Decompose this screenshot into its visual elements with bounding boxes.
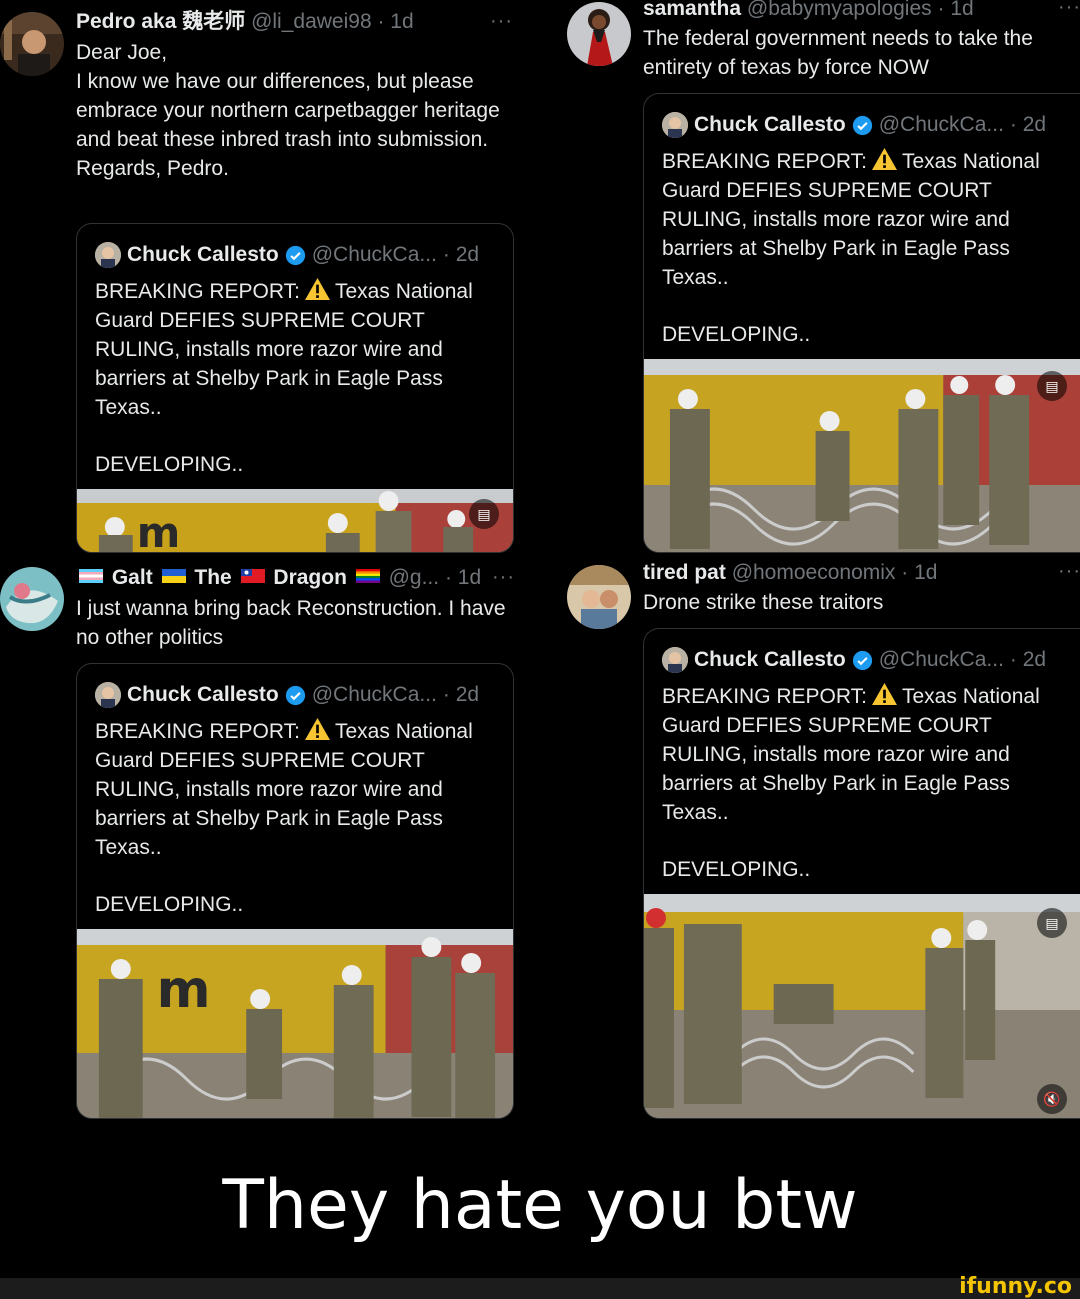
- timestamp[interactable]: · 1d: [445, 566, 481, 589]
- quoted-handle: @ChuckCa...: [311, 243, 437, 266]
- warning-icon: [305, 717, 330, 741]
- quoted-text: BREAKING REPORT: Texas National Guard DEF…: [95, 717, 495, 919]
- more-options-icon[interactable]: ···: [1058, 560, 1080, 583]
- warning-icon: [872, 682, 897, 706]
- quoted-text: BREAKING REPORT: Texas National Guard DEF…: [662, 147, 1062, 349]
- tweet-galt[interactable]: Galt The Dragon @g... · 1d ··· I just wa…: [0, 555, 540, 1120]
- taiwan-flag-icon: [240, 569, 265, 583]
- display-name-part-1[interactable]: Galt: [112, 566, 153, 589]
- verified-badge-icon: [285, 685, 305, 705]
- quoted-display-name: Chuck Callesto: [127, 683, 279, 706]
- quoted-media[interactable]: m: [77, 929, 513, 1118]
- svg-text:m: m: [157, 960, 211, 1020]
- verified-badge-icon: [852, 115, 872, 135]
- verified-badge-icon: [285, 245, 305, 265]
- more-options-icon[interactable]: ···: [492, 566, 515, 589]
- tweet-header: samantha @babymyapologies · 1d: [643, 0, 974, 22]
- tweet-text: Drone strike these traitors: [643, 591, 884, 614]
- quoted-header: Chuck Callesto @ChuckCa... · 2d: [662, 647, 1046, 673]
- tweet-header: tired pat @homoeconomix · 1d: [643, 560, 937, 586]
- quoted-text: BREAKING REPORT: Texas National Guard DEF…: [95, 277, 495, 479]
- quoted-timestamp: · 2d: [442, 243, 480, 266]
- quoted-text-lead: BREAKING REPORT:: [95, 720, 300, 743]
- media-menu-icon[interactable]: ▤: [1037, 371, 1067, 401]
- quoted-avatar: [662, 112, 688, 138]
- quoted-tweet[interactable]: Chuck Callesto @ChuckCa... · 2d BREAKING…: [76, 663, 514, 1119]
- tweet-header: Pedro aka 魏老师 @li_dawei98 · 1d: [76, 9, 414, 35]
- display-name-part-3[interactable]: Dragon: [273, 566, 347, 589]
- quoted-header: Chuck Callesto @ChuckCa... · 2d: [95, 242, 479, 268]
- more-options-icon[interactable]: ···: [490, 10, 513, 33]
- tweet-tired-pat[interactable]: tired pat @homoeconomix · 1d ··· Drone s…: [540, 555, 1080, 1120]
- user-handle[interactable]: @li_dawei98: [251, 10, 372, 33]
- tweet-text: Dear Joe, I know we have our differences…: [76, 41, 500, 180]
- quoted-timestamp: · 2d: [442, 683, 480, 706]
- quoted-media[interactable]: ▤ 🔇: [644, 894, 1080, 1118]
- quoted-timestamp: · 2d: [1009, 113, 1047, 136]
- mute-icon[interactable]: 🔇: [1037, 1084, 1067, 1114]
- rainbow-flag-icon: [355, 569, 380, 583]
- media-menu-icon[interactable]: ▤: [469, 499, 499, 529]
- quoted-avatar: [95, 682, 121, 708]
- quoted-header: Chuck Callesto @ChuckCa... · 2d: [662, 112, 1046, 138]
- warning-icon: [305, 277, 330, 301]
- display-name[interactable]: Pedro aka 魏老师: [76, 10, 245, 33]
- media-menu-icon[interactable]: ▤: [1037, 908, 1067, 938]
- quoted-tweet[interactable]: Chuck Callesto @ChuckCa... · 2d BREAKING…: [643, 93, 1080, 553]
- tweet-samantha[interactable]: samantha @babymyapologies · 1d ··· The f…: [540, 0, 1080, 555]
- quoted-avatar: [662, 647, 688, 673]
- tweet-pedro[interactable]: Pedro aka 魏老师 @li_dawei98 · 1d ··· Dear …: [0, 0, 540, 555]
- display-name-part-2[interactable]: The: [194, 566, 231, 589]
- quoted-handle: @ChuckCa...: [878, 113, 1004, 136]
- warning-icon: [872, 147, 897, 171]
- quoted-display-name: Chuck Callesto: [694, 113, 846, 136]
- footer-bar: [0, 1278, 1080, 1299]
- quoted-header: Chuck Callesto @ChuckCa... · 2d: [95, 682, 479, 708]
- svg-text:m: m: [137, 508, 181, 553]
- trans-flag-icon: [79, 569, 103, 583]
- quoted-text-lead: BREAKING REPORT:: [662, 150, 867, 173]
- quoted-tweet[interactable]: Chuck Callesto @ChuckCa... · 2d BREAKING…: [76, 223, 514, 553]
- developing-label: DEVELOPING..: [662, 858, 811, 881]
- timestamp[interactable]: · 1d: [377, 10, 413, 33]
- tweet-text: I just wanna bring back Reconstruction. …: [76, 597, 506, 649]
- quoted-avatar: [95, 242, 121, 268]
- avatar[interactable]: [0, 567, 64, 631]
- quoted-text: BREAKING REPORT: Texas National Guard DEF…: [662, 682, 1062, 884]
- ukraine-flag-icon: [161, 569, 186, 583]
- tweet-header: Galt The Dragon @g... · 1d: [76, 565, 481, 591]
- ifunny-watermark: ifunny.co: [959, 1274, 1072, 1299]
- developing-label: DEVELOPING..: [95, 893, 244, 916]
- display-name[interactable]: samantha: [643, 0, 741, 20]
- display-name[interactable]: tired pat: [643, 561, 726, 584]
- timestamp[interactable]: · 1d: [938, 0, 974, 20]
- user-handle[interactable]: @homoeconomix: [732, 561, 896, 584]
- avatar[interactable]: [567, 2, 631, 66]
- user-handle[interactable]: @g...: [389, 566, 440, 589]
- verified-badge-icon: [852, 650, 872, 670]
- more-options-icon[interactable]: ···: [1058, 0, 1080, 19]
- timestamp[interactable]: · 1d: [901, 561, 937, 584]
- quoted-media[interactable]: m ▤: [77, 489, 513, 553]
- meme-caption: They hate you btw: [222, 1166, 858, 1245]
- quoted-display-name: Chuck Callesto: [694, 648, 846, 671]
- quoted-text-lead: BREAKING REPORT:: [662, 685, 867, 708]
- quoted-timestamp: · 2d: [1009, 648, 1047, 671]
- developing-label: DEVELOPING..: [95, 453, 244, 476]
- quoted-display-name: Chuck Callesto: [127, 243, 279, 266]
- avatar[interactable]: [0, 12, 64, 76]
- quoted-tweet[interactable]: Chuck Callesto @ChuckCa... · 2d BREAKING…: [643, 628, 1080, 1119]
- developing-label: DEVELOPING..: [662, 323, 811, 346]
- quoted-handle: @ChuckCa...: [878, 648, 1004, 671]
- avatar[interactable]: [567, 565, 631, 629]
- quoted-handle: @ChuckCa...: [311, 683, 437, 706]
- user-handle[interactable]: @babymyapologies: [747, 0, 932, 20]
- quoted-media[interactable]: ▤: [644, 359, 1080, 552]
- tweet-text: The federal government needs to take the…: [643, 27, 1033, 79]
- quoted-text-lead: BREAKING REPORT:: [95, 280, 300, 303]
